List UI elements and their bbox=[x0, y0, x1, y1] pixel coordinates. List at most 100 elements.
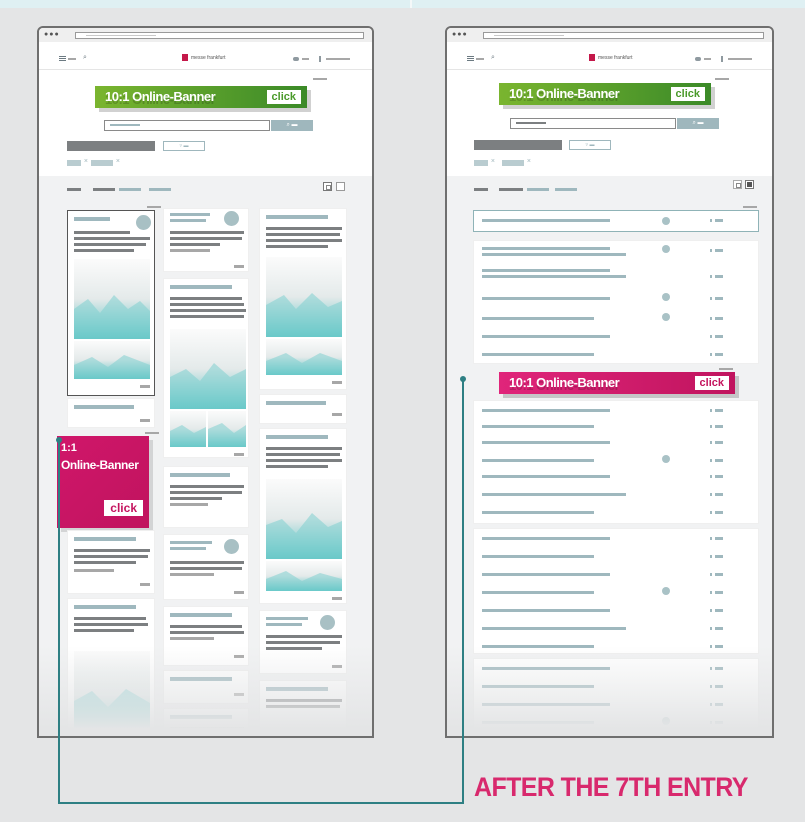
entry-card bbox=[259, 428, 347, 604]
address-bar bbox=[75, 32, 364, 39]
banner-click-button: click bbox=[266, 90, 301, 104]
top-strip bbox=[0, 0, 805, 8]
banner-close-marker bbox=[715, 78, 729, 80]
avatar bbox=[320, 615, 335, 630]
grid-layout-mockup: ●●● ⌕ messe frankfurt 10:1 Online-Banner… bbox=[37, 26, 374, 738]
banner-label: 10:1 Online-Banner bbox=[105, 89, 216, 104]
entry-image bbox=[208, 411, 246, 447]
hamburger-icon bbox=[59, 56, 66, 61]
menu-label-placeholder bbox=[68, 58, 76, 60]
banner-label: Online-Banner bbox=[61, 458, 139, 472]
entry-image bbox=[170, 329, 246, 409]
column-marker bbox=[743, 206, 757, 208]
window-dots-icon: ●●● bbox=[44, 31, 60, 38]
search-icon: ⌕ bbox=[83, 54, 87, 61]
entry-card bbox=[67, 530, 155, 594]
list-row-selected bbox=[473, 210, 759, 232]
entry-card bbox=[259, 208, 347, 390]
banner-format-label: 1:1 bbox=[61, 442, 77, 454]
site-logo: messe frankfurt bbox=[182, 54, 225, 61]
search-icon: ⌕ bbox=[491, 54, 495, 61]
status-dot bbox=[662, 217, 670, 225]
results-heading bbox=[474, 140, 562, 150]
grid-view-icon bbox=[733, 180, 742, 189]
filter-chip bbox=[91, 159, 120, 166]
list-group bbox=[473, 240, 759, 364]
top-strip-divider bbox=[410, 0, 412, 8]
sort-tab bbox=[555, 188, 577, 191]
banner-marker bbox=[145, 432, 159, 434]
entry-card bbox=[163, 534, 249, 600]
search-button: ⌕ ▬ bbox=[271, 120, 313, 131]
avatar bbox=[224, 539, 239, 554]
browser-chrome: ●●● bbox=[447, 28, 772, 42]
sort-tab-active bbox=[499, 188, 523, 191]
entry-card-selected bbox=[67, 210, 155, 396]
filter-chip bbox=[67, 159, 88, 166]
status-dot bbox=[662, 293, 670, 301]
list-layout-mockup: ●●● ⌕ messe frankfurt 10:1 Online-Banner… bbox=[445, 26, 774, 738]
entry-image bbox=[74, 341, 150, 379]
entry-image bbox=[170, 411, 206, 447]
square-banner-1-1: 1:1 Online-Banner click bbox=[57, 436, 149, 528]
site-logo: messe frankfurt bbox=[589, 54, 632, 61]
sort-tab bbox=[527, 188, 549, 191]
logo-mark-icon bbox=[589, 54, 595, 61]
caption: AFTER THE 7TH ENTRY bbox=[474, 772, 748, 803]
grid-view-icon bbox=[323, 182, 332, 191]
filter-button: ▿ ▬ bbox=[569, 140, 611, 150]
user-icon bbox=[293, 57, 299, 61]
address-bar bbox=[483, 32, 764, 39]
logo-mark-icon bbox=[182, 54, 188, 61]
download-icon bbox=[319, 56, 321, 62]
logo-text: messe frankfurt bbox=[191, 55, 226, 61]
list-view-icon bbox=[336, 182, 345, 191]
entry-card bbox=[163, 466, 249, 528]
connector-line-bottom bbox=[58, 802, 464, 804]
entry-card bbox=[259, 394, 347, 424]
search-input bbox=[510, 118, 676, 129]
inline-banner-10-1: 10:1 Online-Banner 10:1 Online-Banner cl… bbox=[499, 372, 735, 394]
nav-placeholder bbox=[326, 58, 350, 60]
bottom-fade bbox=[447, 646, 772, 736]
search-input bbox=[104, 120, 270, 131]
connector-line-right bbox=[462, 380, 464, 804]
banner-click-button: click bbox=[670, 87, 705, 101]
banner-label: 10:1 Online-Banner bbox=[509, 86, 620, 101]
window-dots-icon: ●●● bbox=[452, 31, 468, 38]
banner-click-button: click bbox=[694, 376, 729, 390]
filter-chip bbox=[502, 159, 531, 166]
sort-tab bbox=[67, 188, 81, 191]
entry-image bbox=[266, 561, 342, 591]
logo-text: messe frankfurt bbox=[598, 55, 633, 61]
banner-label: 10:1 Online-Banner bbox=[509, 375, 620, 390]
status-dot bbox=[662, 455, 670, 463]
search-button: ⌕ ▬ bbox=[677, 118, 719, 129]
list-view-icon bbox=[745, 180, 754, 189]
banner-close-marker bbox=[313, 78, 327, 80]
entry-image bbox=[266, 479, 342, 559]
entry-image bbox=[74, 259, 150, 339]
menu-label-placeholder bbox=[476, 58, 484, 60]
avatar bbox=[224, 211, 239, 226]
entry-card bbox=[163, 278, 249, 458]
top-banner-10-1: 10:1 Online-Banner 10:1 Online-Banner cl… bbox=[95, 86, 307, 108]
nav-placeholder bbox=[704, 58, 711, 60]
nav-placeholder bbox=[302, 58, 309, 60]
entry-card bbox=[163, 208, 249, 272]
filter-chip bbox=[474, 159, 495, 166]
avatar bbox=[136, 215, 151, 230]
site-header: ⌕ messe frankfurt bbox=[39, 42, 372, 70]
status-dot bbox=[662, 313, 670, 321]
top-banner-10-1: 10:1 Online-Banner 10:1 Online-Banner cl… bbox=[499, 83, 711, 105]
entry-image bbox=[266, 339, 342, 375]
results-heading bbox=[67, 141, 155, 151]
connector-line-left bbox=[58, 440, 60, 804]
sort-tab bbox=[149, 188, 171, 191]
entry-image bbox=[266, 257, 342, 337]
download-icon bbox=[721, 56, 723, 62]
connector-end-dot bbox=[460, 376, 466, 382]
hamburger-icon bbox=[467, 56, 474, 61]
sort-tab bbox=[474, 188, 488, 191]
user-icon bbox=[695, 57, 701, 61]
